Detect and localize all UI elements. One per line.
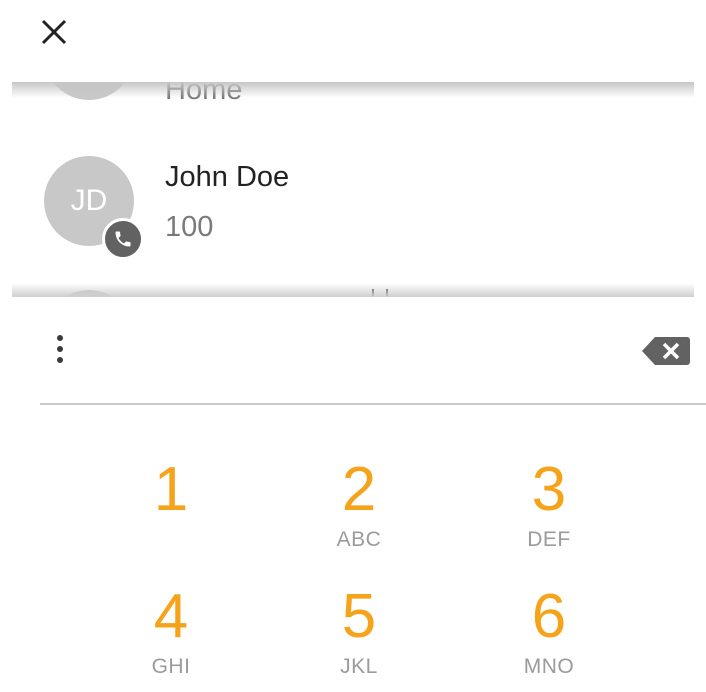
dialpad-key-1[interactable]: 1 <box>96 455 246 565</box>
dialpad-key-4[interactable]: 4 GHI <box>96 582 246 692</box>
key-letters: MNO <box>523 655 575 678</box>
avatar-initials: JD <box>70 184 108 217</box>
key-digit: 1 <box>153 455 189 524</box>
contact-name-partial <box>372 289 388 297</box>
contact-number: 100 <box>165 211 214 243</box>
contact-row-next[interactable] <box>12 287 694 297</box>
dialpad-input-bar <box>0 297 706 402</box>
dialpad-key-5[interactable]: 5 JKL <box>284 582 434 692</box>
more-options-button[interactable] <box>40 329 80 369</box>
backspace-button[interactable] <box>636 331 696 371</box>
call-badge <box>102 218 144 260</box>
key-digit: 2 <box>341 455 377 524</box>
phone-icon <box>115 231 131 247</box>
key-letters: DEF <box>527 528 571 551</box>
avatar <box>44 82 134 100</box>
key-digit: 3 <box>531 455 567 524</box>
key-digit: 5 <box>341 582 377 651</box>
divider <box>40 403 706 405</box>
contact-row-previous[interactable]: Home <box>12 82 694 112</box>
dialpad-key-2[interactable]: 2 ABC <box>284 455 434 565</box>
close-icon <box>41 19 67 45</box>
dialpad-key-6[interactable]: 6 MNO <box>474 582 624 692</box>
close-button[interactable] <box>30 10 78 54</box>
key-letters: ABC <box>336 528 382 551</box>
contact-number-label: Home <box>165 82 243 106</box>
contact-name: John Doe <box>165 161 290 193</box>
contact-row-john-doe[interactable]: JD John Doe 100 <box>12 142 694 272</box>
backspace-icon <box>642 337 690 365</box>
dialpad-key-3[interactable]: 3 DEF <box>474 455 624 565</box>
key-digit: 6 <box>531 582 567 651</box>
top-bar <box>0 0 706 82</box>
avatar <box>44 290 134 297</box>
contact-suggestion-list[interactable]: Home JD John Doe 100 <box>12 82 694 297</box>
key-letters: GHI <box>151 655 191 678</box>
key-letters: JKL <box>340 655 378 678</box>
more-vert-icon <box>57 335 63 341</box>
key-digit: 4 <box>153 582 189 651</box>
